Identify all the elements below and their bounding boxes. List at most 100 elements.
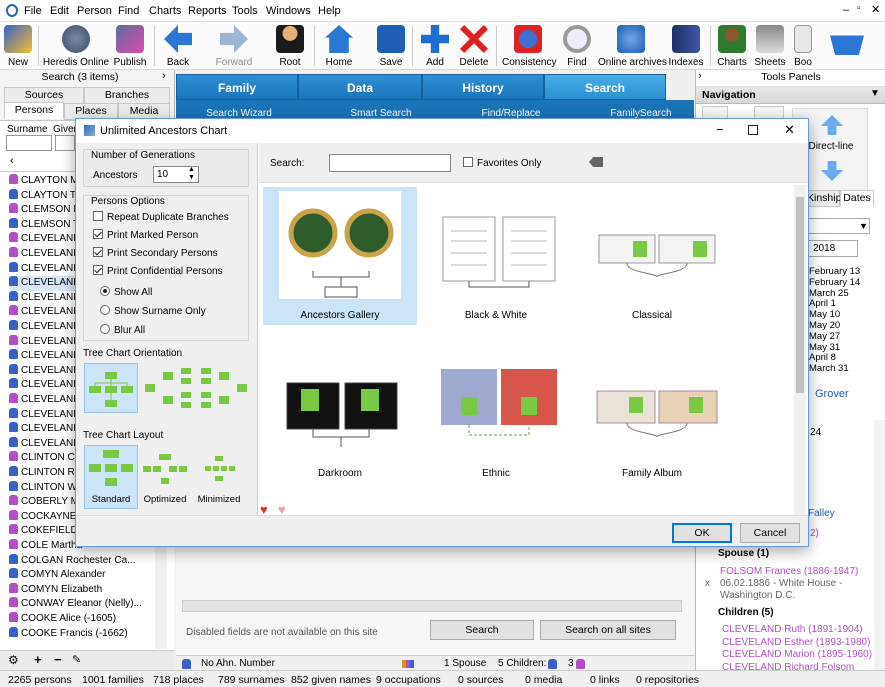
root-button[interactable]: Root — [274, 22, 306, 70]
date-item[interactable]: March 31 — [809, 363, 849, 374]
home-button[interactable]: Home — [322, 22, 356, 70]
person-grover[interactable]: Grover — [815, 388, 849, 400]
style-ancestors-gallery[interactable]: Ancestors Gallery — [263, 187, 417, 325]
chevron-left-icon[interactable]: ‹ — [10, 155, 14, 167]
heart-outline-icon[interactable]: ♥ — [278, 502, 286, 517]
list-item[interactable]: COOKE Alice (-1605) — [9, 612, 167, 627]
delete-button[interactable]: Delete — [458, 22, 490, 70]
menu-tools[interactable]: Tools — [232, 5, 258, 17]
heredis-online-button[interactable]: Heredis Online — [43, 22, 109, 70]
list-item[interactable]: COMYN Alexander — [9, 568, 167, 583]
repeat-duplicates-checkbox[interactable]: Repeat Duplicate Branches — [93, 211, 229, 223]
orientation-horizontal[interactable] — [142, 363, 196, 413]
ancestors-spinner[interactable]: 10 ▲ ▼ — [153, 166, 199, 183]
tab-data[interactable]: Data — [298, 74, 422, 100]
blur-all-radio[interactable]: Blur All — [100, 324, 145, 336]
dates-select[interactable]: ▼ — [808, 218, 870, 234]
layout-standard[interactable]: Standard — [84, 445, 138, 509]
dialog-minimize-icon[interactable]: − — [716, 122, 724, 137]
restore-icon[interactable]: ▫ — [857, 3, 861, 14]
tab-branches[interactable]: Branches — [84, 87, 170, 104]
basket-button[interactable] — [828, 22, 866, 70]
remove-person-icon[interactable]: − — [54, 652, 62, 667]
chevron-right-icon[interactable]: › — [162, 70, 166, 82]
menu-windows[interactable]: Windows — [266, 5, 311, 17]
publish-button[interactable]: Publish — [112, 22, 148, 70]
new-button[interactable]: New — [4, 22, 32, 70]
print-confidential-checkbox[interactable]: Print Confidential Persons — [93, 265, 223, 277]
surname-input[interactable] — [6, 135, 52, 151]
given-input[interactable] — [55, 135, 75, 151]
search-button[interactable]: Search — [430, 620, 534, 640]
arrow-down-icon[interactable] — [821, 161, 843, 181]
list-item[interactable]: COMYN Elizabeth — [9, 582, 167, 598]
search-all-sites-button[interactable]: Search on all sites — [540, 620, 676, 640]
orientation-top-down[interactable] — [84, 363, 138, 413]
list-item[interactable]: COLGAN Rochester Ca... — [9, 553, 167, 569]
tab-search[interactable]: Search — [544, 74, 666, 100]
list-item[interactable]: COOKE Francis (-1662) — [9, 626, 167, 642]
horizontal-scrollbar[interactable] — [182, 600, 682, 612]
menu-file[interactable]: File — [24, 5, 42, 17]
charts-button[interactable]: Charts — [717, 22, 747, 70]
find-button[interactable]: Find — [562, 22, 592, 70]
tab-family[interactable]: Family — [176, 74, 298, 100]
back-button[interactable]: Back — [162, 22, 194, 70]
sheets-button[interactable]: Sheets — [754, 22, 786, 70]
style-black-white[interactable]: Black & White — [419, 187, 573, 325]
layout-optimized[interactable]: Optimized — [138, 445, 192, 509]
dialog-maximize-icon[interactable] — [748, 125, 758, 135]
spouse-name[interactable]: FOLSOM Frances (1886-1947) — [720, 566, 858, 577]
tab-kinship[interactable]: Kinship — [806, 190, 841, 207]
add-person-icon[interactable]: + — [34, 652, 42, 667]
menu-reports[interactable]: Reports — [188, 5, 227, 17]
style-classical[interactable]: Classical — [575, 187, 729, 325]
menu-charts[interactable]: Charts — [149, 5, 181, 17]
save-button[interactable]: Save — [376, 22, 406, 70]
arrow-up-icon[interactable] — [821, 115, 843, 135]
date-item[interactable]: May 20 — [809, 320, 840, 331]
date-item[interactable]: May 27 — [809, 331, 840, 342]
print-secondary-checkbox[interactable]: Print Secondary Persons — [93, 247, 218, 259]
forward-button[interactable]: Forward — [214, 22, 254, 70]
chevron-down-icon[interactable]: ▼ — [870, 88, 880, 99]
navigation-header[interactable]: Navigation ▼ — [696, 86, 885, 104]
show-surname-radio[interactable]: Show Surname Only — [100, 305, 206, 317]
style-scrollbar[interactable] — [794, 185, 806, 515]
date-item[interactable]: February 14 — [809, 277, 860, 288]
style-ethnic[interactable]: Ethnic — [419, 345, 573, 483]
person-falley[interactable]: Falley — [808, 508, 835, 519]
style-darkroom[interactable]: Darkroom — [263, 345, 417, 483]
favorites-only-checkbox[interactable]: Favorites Only — [463, 157, 541, 169]
menu-help[interactable]: Help — [318, 5, 341, 17]
style-family-album[interactable]: Family Album — [575, 345, 729, 483]
tab-persons[interactable]: Persons — [4, 102, 64, 119]
style-search-input[interactable] — [329, 154, 451, 172]
book-button[interactable]: Boo — [792, 22, 814, 70]
date-item[interactable]: May 31 — [809, 342, 840, 353]
date-item[interactable]: March 25 — [809, 288, 849, 299]
edit-pencil-icon[interactable]: ✎ — [72, 653, 81, 666]
menu-person[interactable]: Person — [77, 5, 112, 17]
spin-up-icon[interactable]: ▲ — [188, 166, 195, 173]
settings-gear-icon[interactable]: ⚙ — [8, 653, 19, 667]
print-marked-checkbox[interactable]: Print Marked Person — [93, 229, 198, 241]
date-item[interactable]: April 1 — [809, 298, 836, 309]
orientation-left-right[interactable] — [196, 363, 250, 413]
child-item[interactable]: CLEVELAND Esther (1893-1980) — [722, 637, 870, 648]
add-button[interactable]: Add — [420, 22, 450, 70]
spin-down-icon[interactable]: ▼ — [188, 174, 195, 181]
child-item[interactable]: CLEVELAND Ruth (1891-1904) — [722, 624, 863, 635]
cancel-button[interactable]: Cancel — [740, 523, 800, 543]
child-item[interactable]: CLEVELAND Marion (1895-1960) — [722, 649, 872, 660]
date-item[interactable]: April 8 — [809, 352, 836, 363]
menu-edit[interactable]: Edit — [50, 5, 69, 17]
show-all-radio[interactable]: Show All — [100, 286, 152, 298]
close-icon[interactable]: ✕ — [871, 3, 880, 16]
scroll-thumb[interactable] — [796, 197, 804, 393]
online-archives-button[interactable]: Online archives — [598, 22, 667, 70]
menu-find[interactable]: Find — [118, 5, 139, 17]
minimize-icon[interactable]: ‒ — [843, 4, 849, 16]
clear-search-icon[interactable] — [589, 157, 603, 167]
dialog-close-icon[interactable]: ✕ — [784, 122, 795, 138]
